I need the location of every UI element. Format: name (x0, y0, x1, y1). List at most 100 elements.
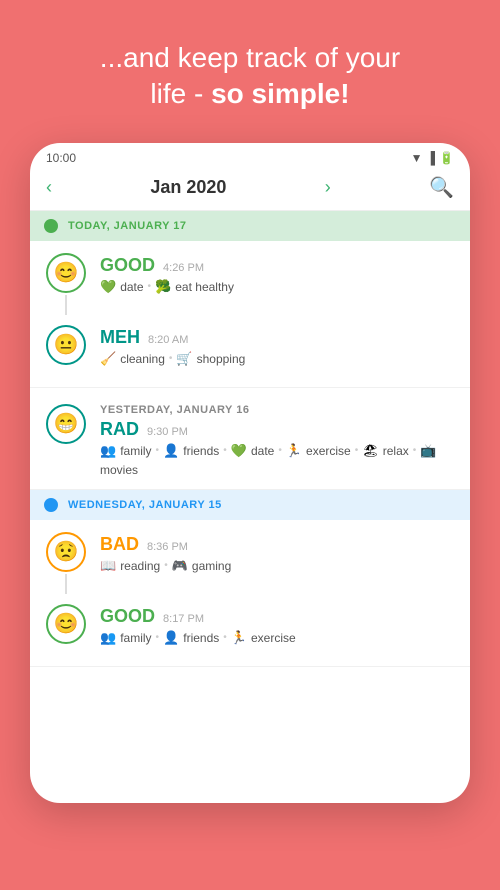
mood-label-good2: GOOD (100, 606, 155, 627)
entry-line-bad (65, 574, 67, 594)
emoji-good: 😊 (46, 253, 86, 293)
tag-icon-family2: 👥 (100, 630, 116, 646)
tag-family2: family (120, 631, 151, 645)
nav-bar: ‹ Jan 2020 › 🔍 (30, 169, 470, 211)
mood-label-good: GOOD (100, 255, 155, 276)
dot-8: • (164, 560, 168, 571)
tag-date: date (120, 280, 143, 294)
nav-center: Jan 2020 (150, 177, 226, 198)
status-icons: ▼ ▐ 🔋 (411, 151, 454, 165)
prev-month-button[interactable]: ‹ (46, 177, 52, 198)
tag-icon-date2: 💚 (231, 443, 247, 459)
today-dot (44, 219, 58, 233)
tag-icon-cleaning: 🧹 (100, 351, 116, 367)
yesterday-row: 😁 YESTERDAY, JANUARY 16 RAD 9:30 PM 👥 fa… (44, 404, 456, 477)
mood-label-bad: BAD (100, 534, 139, 555)
tag-shopping: shopping (197, 352, 246, 366)
tag-movies: movies (100, 463, 138, 477)
tag-icon-gaming: 🎮 (172, 558, 188, 574)
mood-time-good2: 8:17 PM (163, 613, 204, 625)
tag-icon-exercise2: 🏃 (231, 630, 247, 646)
tag-icon-date: 💚 (100, 279, 116, 295)
mood-label-meh: MEH (100, 327, 140, 348)
entry-content-meh: MEH 8:20 AM 🧹 cleaning • 🛒 shopping (100, 325, 456, 367)
tags-bad: 📖 reading • 🎮 gaming (100, 558, 456, 574)
status-bar: 10:00 ▼ ▐ 🔋 (30, 143, 470, 169)
mood-time-good: 4:26 PM (163, 262, 204, 274)
header-line2: life - (150, 78, 211, 109)
mood-time-rad: 9:30 PM (147, 426, 188, 438)
today-header: TODAY, JANUARY 17 (30, 211, 470, 241)
yesterday-label: YESTERDAY, JANUARY 16 (100, 404, 456, 416)
tag-cleaning: cleaning (120, 352, 165, 366)
dot-3: • (156, 445, 160, 456)
entry-line-good (65, 295, 67, 315)
entry-icon-col-rad: 😁 (44, 404, 88, 444)
entry-icon-col-bad: 😟 (44, 532, 88, 594)
signal-icon: ▐ (427, 151, 436, 165)
entry-mood-meh: MEH 8:20 AM (100, 327, 456, 348)
emoji-bad: 😟 (46, 532, 86, 572)
entry-mood-bad: BAD 8:36 PM (100, 534, 456, 555)
entry-bad: 😟 BAD 8:36 PM 📖 reading • 🎮 (44, 532, 456, 594)
battery-icon: 🔋 (439, 151, 454, 165)
entry-content-bad: BAD 8:36 PM 📖 reading • 🎮 gaming (100, 532, 456, 574)
dot-7: • (413, 445, 417, 456)
entry-content-good: GOOD 4:26 PM 💚 date • 🥦 eat healthy (100, 253, 456, 295)
tag-friends: friends (183, 444, 219, 458)
tag-exercise2: exercise (251, 631, 296, 645)
dot-1: • (148, 281, 152, 292)
emoji-meh: 😐 (46, 325, 86, 365)
header-line2-bold: so simple! (211, 78, 349, 109)
scroll-area[interactable]: TODAY, JANUARY 17 😊 GOOD 4:26 PM (30, 211, 470, 803)
tag-icon-eat: 🥦 (155, 279, 171, 295)
header-line1: ...and keep track of your (100, 42, 400, 73)
mood-label-rad: RAD (100, 419, 139, 440)
tag-icon-reading: 📖 (100, 558, 116, 574)
entry-meh: 😐 MEH 8:20 AM 🧹 cleaning • 🛒 shopping (44, 325, 456, 367)
tag-eat: eat healthy (175, 280, 234, 294)
dot-9: • (156, 632, 160, 643)
search-icon-button[interactable]: 🔍 (429, 175, 454, 200)
dot-2: • (169, 353, 173, 364)
tags-meh: 🧹 cleaning • 🛒 shopping (100, 351, 456, 367)
entry-good2: 😊 GOOD 8:17 PM 👥 family • 👤 friends (44, 604, 456, 646)
dot-5: • (278, 445, 282, 456)
wednesday-label: WEDNESDAY, JANUARY 15 (68, 499, 222, 511)
today-entries: 😊 GOOD 4:26 PM 💚 date • 🥦 (30, 241, 470, 388)
yesterday-entries: 😁 YESTERDAY, JANUARY 16 RAD 9:30 PM 👥 fa… (30, 394, 470, 490)
entry-icon-col-good2: 😊 (44, 604, 88, 644)
emoji-rad: 😁 (46, 404, 86, 444)
mood-time-bad: 8:36 PM (147, 541, 188, 553)
day-section-today: TODAY, JANUARY 17 😊 GOOD 4:26 PM (30, 211, 470, 388)
tag-gaming: gaming (192, 559, 231, 573)
emoji-good2: 😊 (46, 604, 86, 644)
wednesday-header: WEDNESDAY, JANUARY 15 (30, 490, 470, 520)
header-section: ...and keep track of your life - so simp… (70, 0, 430, 143)
dot-6: • (355, 445, 359, 456)
mood-time-meh: 8:20 AM (148, 334, 188, 346)
tag-family: family (120, 444, 151, 458)
tag-icon-friends: 👤 (163, 443, 179, 459)
current-month: Jan 2020 (150, 177, 226, 198)
entry-mood-good2: GOOD 8:17 PM (100, 606, 456, 627)
tags-good2: 👥 family • 👤 friends • 🏃 exercise (100, 630, 456, 646)
entry-mood-good: GOOD 4:26 PM (100, 255, 456, 276)
wednesday-entries: 😟 BAD 8:36 PM 📖 reading • 🎮 (30, 520, 470, 667)
tag-reading: reading (120, 559, 160, 573)
tag-icon-family: 👥 (100, 443, 116, 459)
tag-icon-movies: 📺 (420, 443, 436, 459)
status-time: 10:00 (46, 151, 76, 165)
today-label: TODAY, JANUARY 17 (68, 220, 187, 232)
entry-icon-col-good: 😊 (44, 253, 88, 315)
tag-icon-shopping: 🛒 (176, 351, 192, 367)
entry-mood-rad: RAD 9:30 PM (100, 419, 456, 440)
next-month-button[interactable]: › (325, 177, 331, 198)
tag-icon-friends2: 👤 (163, 630, 179, 646)
phone-container: 10:00 ▼ ▐ 🔋 ‹ Jan 2020 › 🔍 TODAY, JANUAR… (30, 143, 470, 803)
day-section-wednesday: WEDNESDAY, JANUARY 15 😟 BAD 8:36 PM (30, 490, 470, 667)
entry-content-rad: YESTERDAY, JANUARY 16 RAD 9:30 PM 👥 fami… (100, 404, 456, 477)
wifi-icon: ▼ (411, 151, 423, 165)
dot-10: • (223, 632, 227, 643)
tags-rad: 👥 family • 👤 friends • 💚 date • 🏃 exerci… (100, 443, 456, 477)
